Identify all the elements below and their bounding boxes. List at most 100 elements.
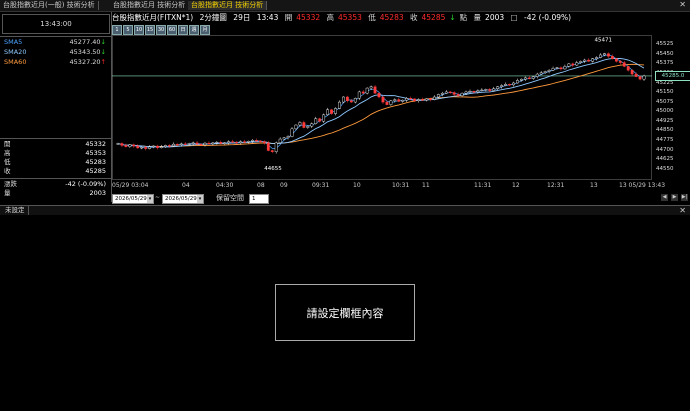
candle-up (326, 109, 330, 116)
candle-up (432, 96, 436, 100)
candle-up (516, 80, 519, 84)
period-button-7[interactable]: 週 (189, 25, 199, 35)
sma20-line (117, 57, 645, 148)
candle-up (417, 99, 420, 102)
tab-index-tech-active[interactable]: 台股指數近月 技術分析 (188, 1, 268, 10)
arrow-up-icon: ↑ (100, 58, 106, 66)
candle-up (583, 59, 587, 62)
price-chart[interactable]: 45471 44655 (112, 35, 652, 180)
square-icon: □ (510, 13, 518, 22)
candle-up (425, 98, 428, 101)
chevron-down-icon[interactable]: ▾ (147, 195, 153, 203)
candle-down (345, 96, 349, 102)
period-button-6[interactable]: 日 (178, 25, 188, 35)
x-tick-label: 10:31 (392, 182, 410, 189)
x-tick-label: 09 (280, 182, 288, 189)
y-tick-label: 45375 (656, 60, 674, 67)
y-tick-label: 45525 (656, 41, 674, 48)
x-tick-label: 13 (590, 182, 598, 189)
date-to-select[interactable]: 2026/05/29 ▾ (162, 194, 204, 204)
candle-down (472, 91, 476, 93)
candle-up (306, 126, 310, 128)
candle-up (282, 137, 286, 140)
close-value: 45285 (421, 13, 446, 22)
candle-up (531, 76, 535, 79)
candle-up (191, 142, 195, 144)
candle-up (444, 91, 448, 94)
tab-unset[interactable]: 未設定 (2, 206, 29, 215)
period-button-2[interactable]: 10 (134, 25, 144, 35)
candle-up (563, 66, 567, 70)
candle-down (409, 98, 413, 100)
candle-up (551, 68, 555, 71)
candle-up (314, 118, 318, 124)
scroll-end-icon[interactable]: ▶| (681, 194, 688, 201)
period-button-5[interactable]: 60 (167, 25, 177, 35)
candle-down (373, 86, 377, 94)
tab-index-tech-1[interactable]: 台股指數近月 技術分析 (110, 1, 190, 10)
candle-down (508, 84, 511, 86)
candle-up (599, 54, 602, 58)
symbol-title: 台股指數近月(FITXN*1) (112, 13, 194, 22)
period-button-8[interactable]: 月 (200, 25, 210, 35)
candle-up (171, 143, 175, 147)
period-button-0[interactable]: 1 (112, 25, 122, 35)
open-label: 開 (284, 13, 293, 22)
high-label: 高 (326, 13, 335, 22)
candle-up (496, 86, 500, 89)
candle-up (251, 140, 254, 142)
candle-down (381, 96, 385, 103)
candle-down (377, 92, 381, 98)
candle-up (405, 98, 409, 101)
close-label: 收 (410, 13, 418, 22)
quote-change: 漲跌 -42 (-0.09%) (4, 180, 106, 188)
period-button-3[interactable]: 15 (145, 25, 155, 35)
y-tick-label: 45150 (656, 89, 674, 96)
period-button-1[interactable]: 5 (123, 25, 133, 35)
chevron-down-icon[interactable]: ▾ (197, 195, 203, 203)
y-tick-label: 44625 (656, 156, 674, 163)
candle-up (116, 143, 120, 145)
candle-up (342, 96, 345, 103)
x-tick-label: 12 (512, 182, 520, 189)
keep-space-input[interactable]: 1 (249, 194, 269, 204)
close-icon[interactable]: ✕ (679, 0, 686, 9)
candle-up (555, 67, 559, 69)
candle-up (365, 87, 369, 94)
date-from-select[interactable]: 2026/05/29 ▾ (112, 194, 154, 204)
scroll-right-icon[interactable]: ▶ (671, 194, 678, 201)
high-value: 45353 (338, 13, 362, 22)
candle-up (338, 101, 341, 109)
y-tick-label: 44775 (656, 136, 674, 143)
candle-down (385, 101, 389, 105)
y-tick-label: 44850 (656, 127, 674, 134)
candle-up (203, 142, 207, 145)
clock-display: 13:43:00 (2, 14, 110, 34)
tab-index-general[interactable]: 台股指數近月(一般) 技術分析 (0, 1, 99, 10)
high-annotation: 45471 (594, 38, 612, 44)
candle-up (595, 57, 598, 59)
x-axis: 05/29 03:04 04 04:30 08 09 09:31 10 10:31 11 11:3… (112, 180, 690, 192)
candle-up (215, 142, 219, 144)
arrow-down-icon: ↓ (100, 48, 106, 56)
candle-up (290, 128, 294, 137)
y-tick-label: 44700 (656, 146, 674, 153)
period-button-4[interactable]: 30 (156, 25, 166, 35)
set-content-placeholder[interactable]: 請設定欄框內容 (275, 284, 415, 341)
candle-down (421, 99, 424, 101)
candle-down (429, 98, 432, 100)
candle-up (393, 99, 397, 102)
x-tick-label: 13 05/29 13:43 (619, 182, 666, 189)
candle-up (468, 91, 472, 93)
candle-down (607, 53, 610, 57)
candle-up (152, 145, 155, 148)
scroll-left-icon[interactable]: ◀ (661, 194, 668, 201)
close-icon[interactable]: ✕ (679, 206, 686, 215)
candle-down (610, 56, 614, 59)
x-tick-label: 09:31 (312, 182, 330, 189)
quote-volume: 量 2003 (4, 189, 106, 197)
candle-up (484, 89, 488, 91)
candle-down (255, 140, 258, 142)
candle-up (298, 122, 302, 126)
candle-down (207, 142, 211, 145)
